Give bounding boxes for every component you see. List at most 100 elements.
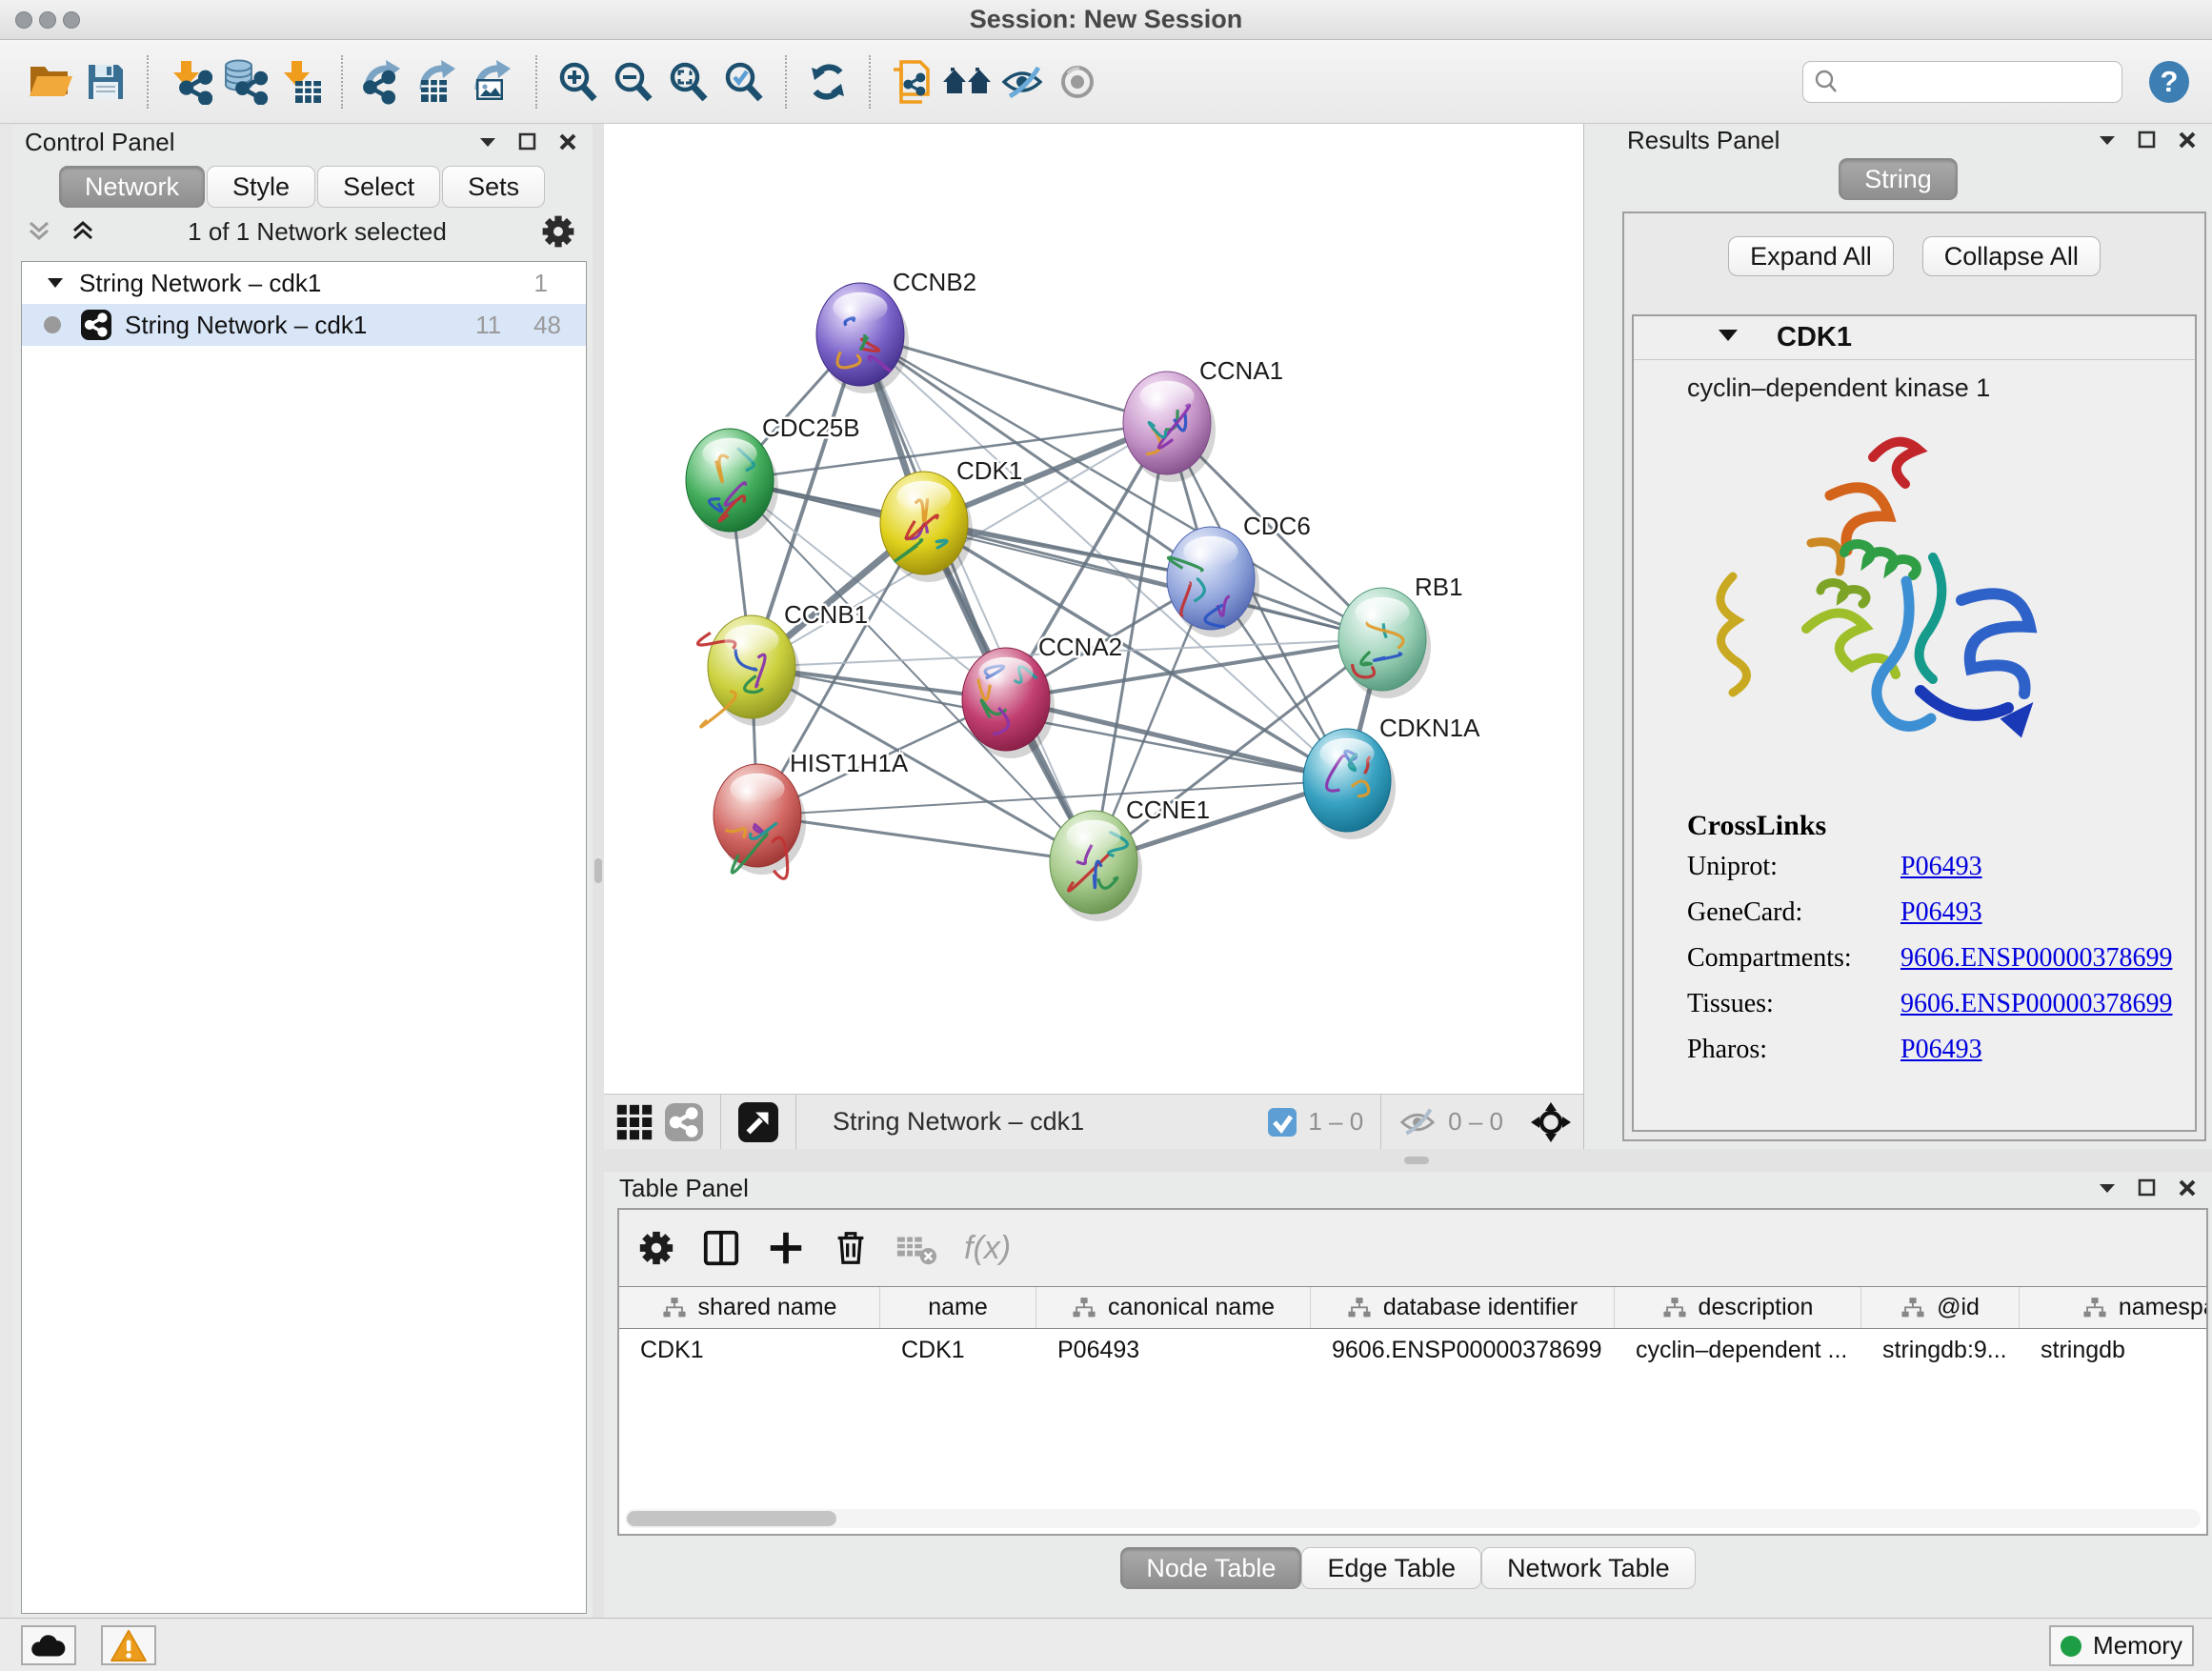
network-list-view-icon[interactable]	[665, 1103, 703, 1141]
panel-collapse-icon[interactable]	[2096, 1177, 2119, 1199]
expand-all-button[interactable]: Expand All	[1728, 236, 1894, 276]
tab-select[interactable]: Select	[317, 166, 440, 208]
network-options-gear-icon[interactable]	[539, 212, 577, 251]
vertical-splitter[interactable]	[593, 124, 604, 1618]
open-session-button[interactable]	[23, 53, 78, 111]
network-node-cdkn1a[interactable]: CDKN1A	[1303, 714, 1480, 839]
collapse-all-networks-icon[interactable]	[27, 220, 51, 243]
table-cell[interactable]: CDK1	[880, 1329, 1036, 1372]
expand-all-networks-icon[interactable]	[70, 220, 95, 243]
grid-view-icon[interactable]	[615, 1103, 654, 1141]
tree-expand-icon[interactable]	[45, 272, 66, 293]
panel-float-icon[interactable]	[2136, 1177, 2159, 1199]
network-edge[interactable]	[860, 334, 1094, 862]
add-column-icon[interactable]	[766, 1228, 806, 1268]
table-cell[interactable]: stringdb	[2020, 1329, 2206, 1372]
splitter-handle[interactable]	[1404, 1157, 1429, 1164]
column-header-canonical-name[interactable]: canonical name	[1036, 1287, 1311, 1328]
crosslink-link[interactable]: P06493	[1900, 897, 1982, 928]
table-cell[interactable]: P06493	[1036, 1329, 1311, 1372]
table-row[interactable]: CDK1CDK1P064939606.ENSP00000378699cyclin…	[619, 1329, 2206, 1372]
network-edge[interactable]	[757, 815, 1094, 862]
table-cell[interactable]: stringdb:9...	[1861, 1329, 2020, 1372]
tab-network-table[interactable]: Network Table	[1481, 1547, 1696, 1589]
panel-close-icon[interactable]	[556, 131, 579, 153]
warnings-button[interactable]	[101, 1625, 156, 1665]
column-header--id[interactable]: @id	[1861, 1287, 2020, 1328]
network-node-hist1h1a[interactable]: HIST1H1A	[714, 749, 909, 878]
zoom-out-button[interactable]	[606, 53, 661, 111]
string-homes-button[interactable]	[939, 53, 995, 111]
network-node-cdc25b[interactable]: CDC25B	[686, 413, 860, 539]
crosslink-link[interactable]: 9606.ENSP00000378699	[1900, 989, 2172, 1019]
fit-selected-crosshair-icon[interactable]	[1530, 1101, 1572, 1143]
network-row[interactable]: String Network – cdk1 11 48	[22, 304, 586, 346]
splitter-handle[interactable]	[594, 858, 602, 883]
network-canvas[interactable]: CCNB2 CCNA1 CDC25B CDK1 CDC6 RB1 CCNB1	[604, 124, 1583, 1094]
help-button[interactable]: ?	[2149, 61, 2189, 103]
show-all-button[interactable]	[1050, 53, 1105, 111]
content: Control Panel NetworkStyleSelectSets 1 o…	[0, 124, 2212, 1618]
show-columns-icon[interactable]	[701, 1228, 741, 1268]
network-node-ccna1[interactable]: CCNA1	[1123, 356, 1283, 482]
zoom-selected-button[interactable]	[716, 53, 772, 111]
panel-float-icon[interactable]	[516, 131, 539, 153]
panel-close-icon[interactable]	[2176, 129, 2199, 151]
tab-node-table[interactable]: Node Table	[1120, 1547, 1301, 1589]
save-session-button[interactable]	[78, 53, 133, 111]
network-node-cdk1[interactable]: CDK1	[880, 456, 1022, 582]
import-table-button[interactable]	[272, 53, 328, 111]
import-network-button[interactable]	[162, 53, 217, 111]
table-settings-gear-icon[interactable]	[636, 1228, 676, 1268]
column-header-database-identifier[interactable]: database identifier	[1311, 1287, 1615, 1328]
birds-eye-view-icon[interactable]	[738, 1102, 778, 1142]
column-header-shared-name[interactable]: shared name	[619, 1287, 880, 1328]
selected-nodes-checkbox-icon[interactable]	[1268, 1108, 1297, 1137]
hide-selected-button[interactable]	[995, 53, 1050, 111]
delete-column-icon[interactable]	[831, 1228, 871, 1268]
zoom-in-button[interactable]	[551, 53, 606, 111]
tab-sets[interactable]: Sets	[442, 166, 545, 208]
column-header-namespace[interactable]: namespace	[2020, 1287, 2206, 1328]
import-database-button[interactable]	[217, 53, 272, 111]
tab-edge-table[interactable]: Edge Table	[1301, 1547, 1481, 1589]
cloud-status-button[interactable]	[21, 1625, 76, 1665]
network-edge[interactable]	[924, 523, 1382, 639]
panel-collapse-icon[interactable]	[2096, 129, 2119, 151]
section-collapse-icon[interactable]	[1716, 325, 1740, 351]
panel-collapse-icon[interactable]	[476, 131, 499, 153]
table-cell[interactable]: 9606.ENSP00000378699	[1311, 1329, 1615, 1372]
table-horizontal-scrollbar[interactable]	[625, 1509, 2201, 1528]
export-network-button[interactable]	[356, 53, 412, 111]
tab-network[interactable]: Network	[59, 166, 205, 208]
export-image-button[interactable]	[467, 53, 522, 111]
table-cell[interactable]: CDK1	[619, 1329, 880, 1372]
crosslink-link[interactable]: P06493	[1900, 1035, 1982, 1065]
column-header-name[interactable]: name	[880, 1287, 1036, 1328]
table-toolbar: f(x)	[619, 1210, 2206, 1286]
network-collection-row[interactable]: String Network – cdk1 1	[22, 262, 586, 304]
panel-float-icon[interactable]	[2136, 129, 2159, 151]
network-node-ccnb2[interactable]: CCNB2	[816, 268, 976, 393]
collapse-all-button[interactable]: Collapse All	[1922, 236, 2101, 276]
network-node-ccne1[interactable]: CCNE1	[1050, 795, 1210, 921]
table-cell[interactable]: cyclin–dependent ...	[1615, 1329, 1861, 1372]
network-node-cdc6[interactable]: CDC6	[1167, 512, 1311, 637]
tab-string[interactable]: String	[1839, 158, 1958, 200]
crosslink-link[interactable]: P06493	[1900, 852, 1982, 882]
memory-button[interactable]: Memory	[2049, 1625, 2194, 1666]
tab-style[interactable]: Style	[207, 166, 315, 208]
zoom-fit-button[interactable]	[661, 53, 716, 111]
refresh-layout-button[interactable]	[800, 53, 855, 111]
network-node-rb1[interactable]: RB1	[1338, 573, 1463, 698]
column-header-description[interactable]: description	[1615, 1287, 1861, 1328]
crosslink-link[interactable]: 9606.ENSP00000378699	[1900, 943, 2172, 974]
network-edge[interactable]	[1006, 699, 1347, 780]
horizontal-splitter[interactable]	[604, 1149, 2212, 1172]
search-box[interactable]	[1802, 61, 2122, 103]
scrollbar-thumb[interactable]	[627, 1511, 836, 1526]
export-table-button[interactable]	[412, 53, 467, 111]
clone-network-button[interactable]	[884, 53, 939, 111]
panel-close-icon[interactable]	[2176, 1177, 2199, 1199]
search-input[interactable]	[1840, 68, 2106, 95]
